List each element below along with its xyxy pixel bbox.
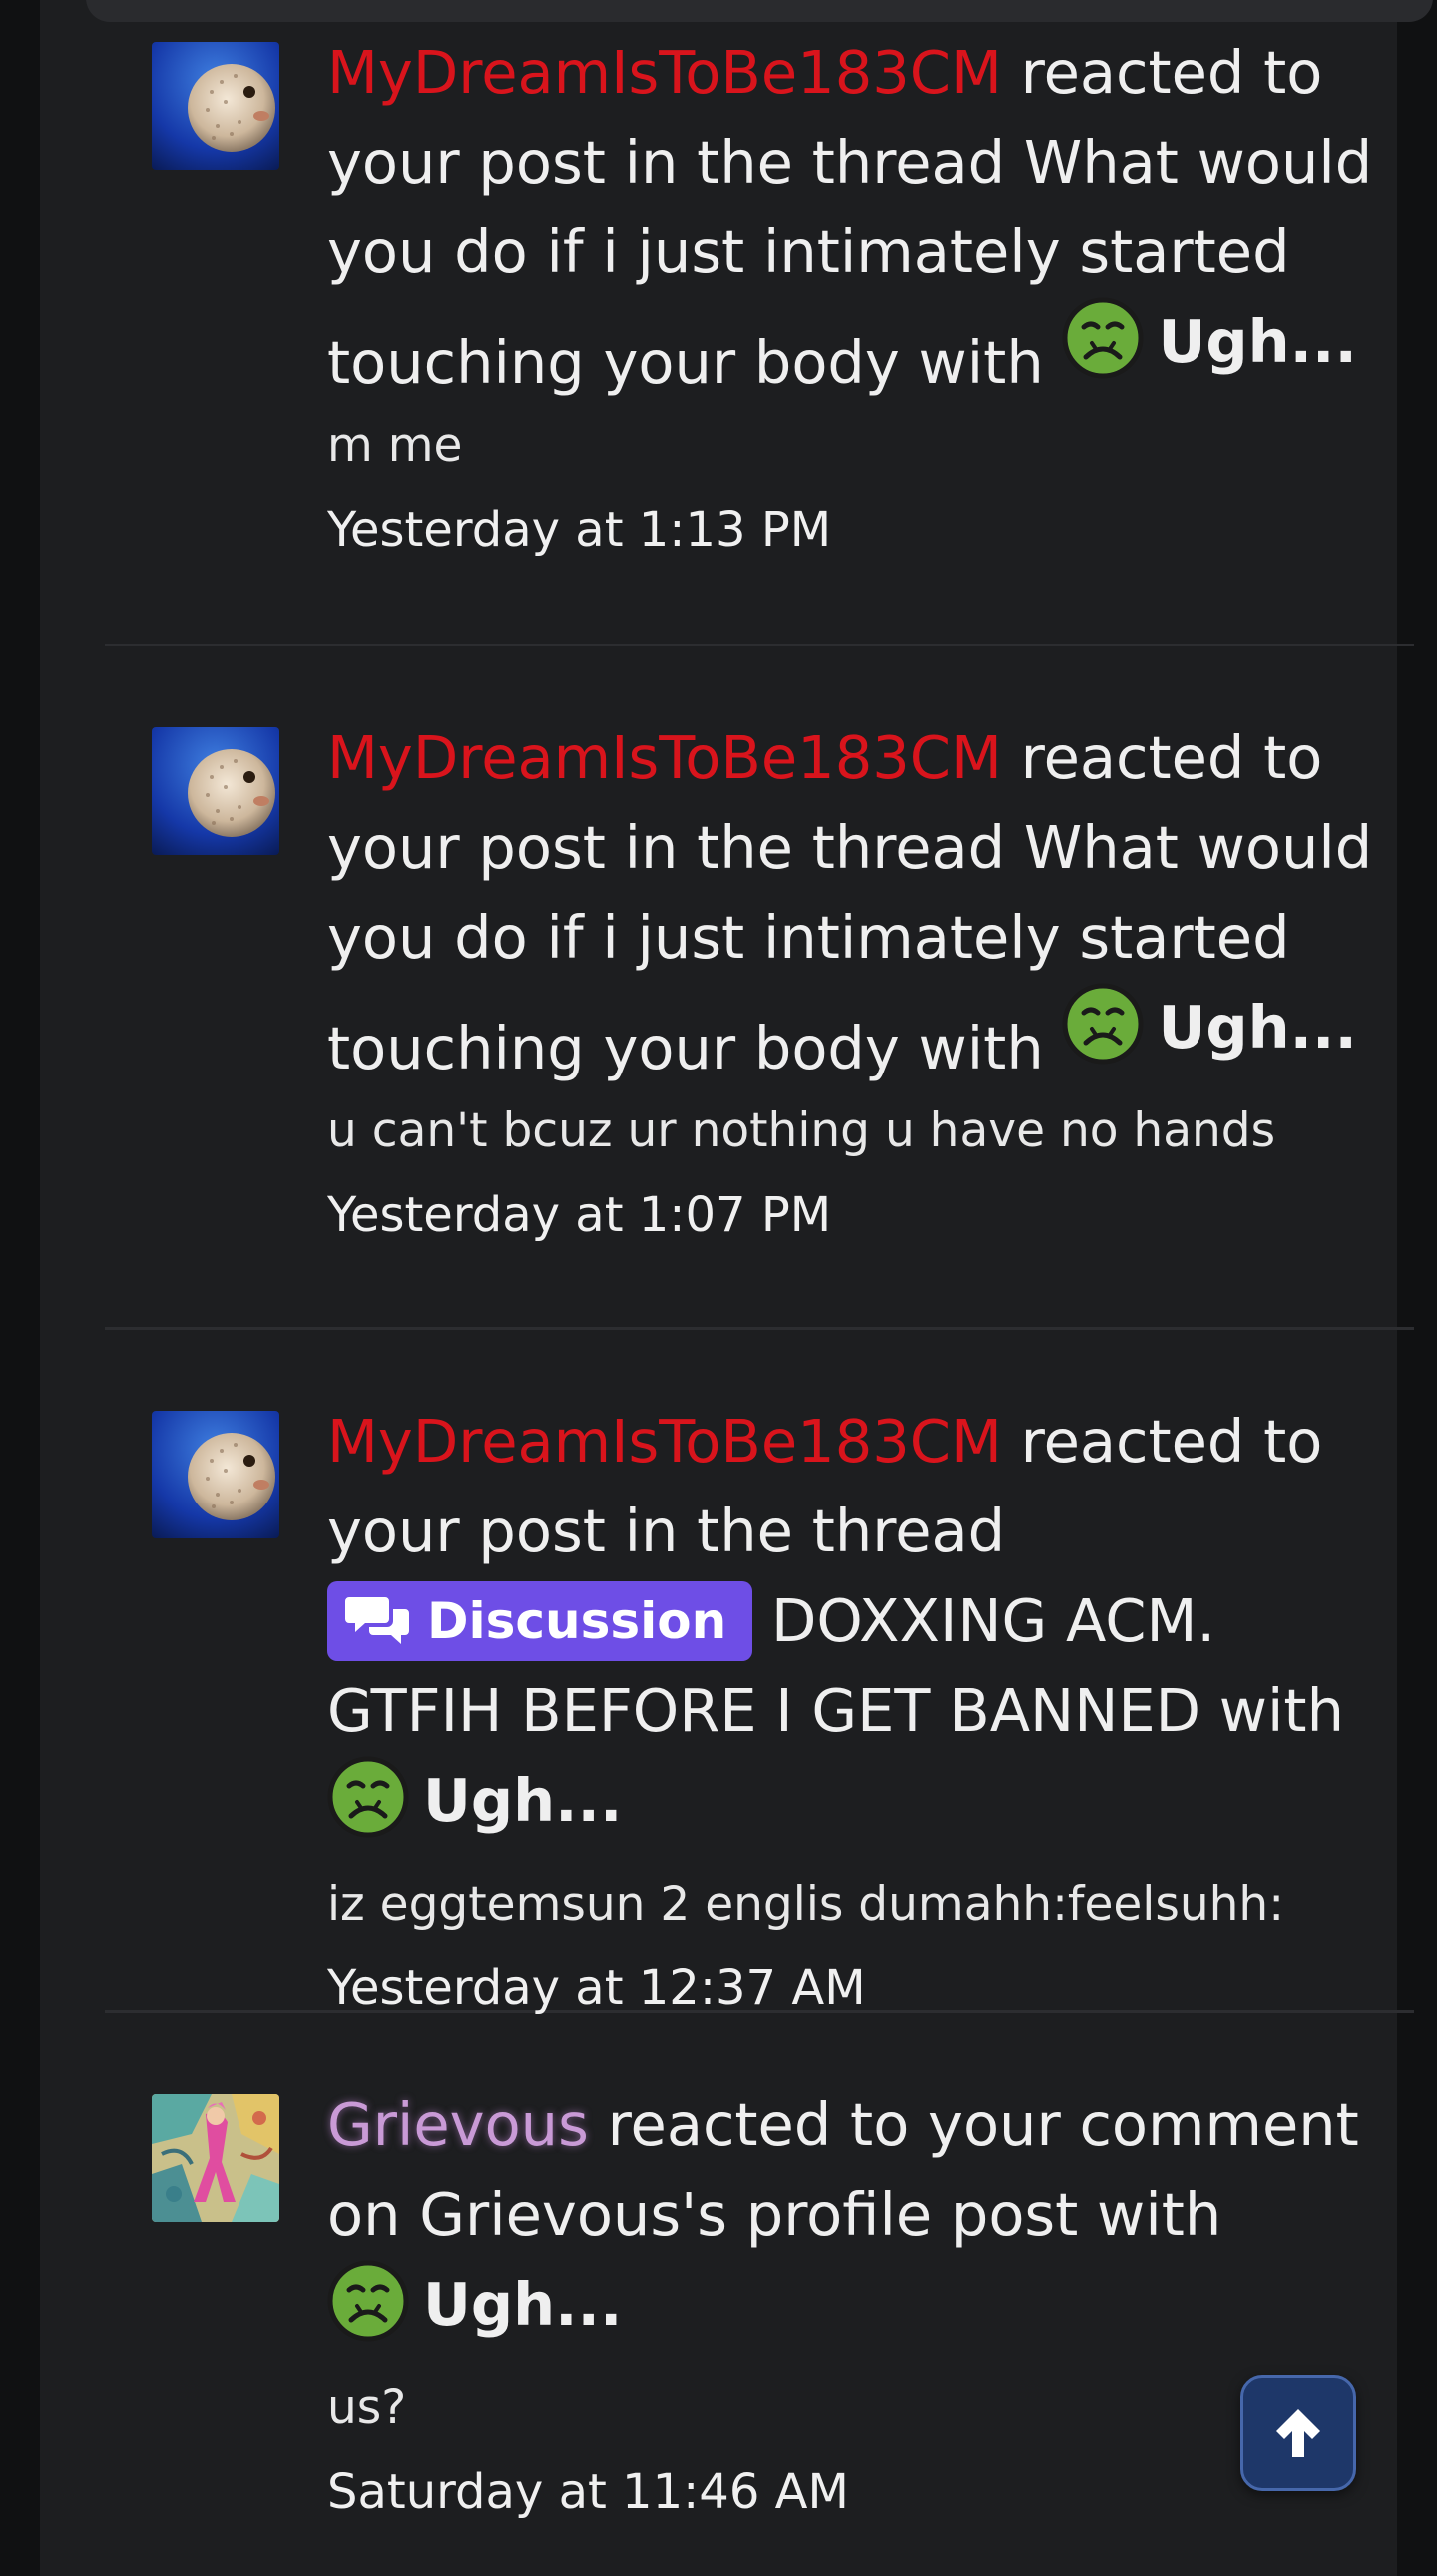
user-avatar[interactable] xyxy=(152,42,279,170)
reaction-name: Ugh... xyxy=(1158,307,1357,376)
notification-content: Grievous reacted to your comment on Grie… xyxy=(327,2080,1400,2522)
anime-art-avatar xyxy=(152,2094,279,2222)
user-avatar[interactable] xyxy=(152,1411,279,1538)
notification-text: MyDreamIsToBe183CM reacted to your post … xyxy=(327,713,1400,1093)
scroll-to-top-button[interactable] xyxy=(1240,2375,1356,2491)
notification-content: MyDreamIsToBe183CM reacted to your post … xyxy=(327,713,1400,1245)
page-gutter-left xyxy=(0,0,40,2576)
reaction-label: Ugh... xyxy=(1062,297,1357,387)
post-snippet: iz eggtemsun 2 englis dumahh:feelsuhh: xyxy=(327,1877,1285,1932)
reaction-name: Ugh... xyxy=(423,1766,623,1835)
arrow-up-icon xyxy=(1276,2409,1320,2457)
reaction-label: Ugh... xyxy=(327,1756,622,1846)
pufferfish-avatar xyxy=(152,1411,279,1538)
notification-item[interactable]: Grievous reacted to your comment on Grie… xyxy=(105,2010,1414,2576)
nauseated-face-icon xyxy=(327,1756,409,1838)
notification-time[interactable]: Yesterday at 12:37 AM xyxy=(327,1958,1400,2018)
notification-text: Grievous reacted to your comment on Grie… xyxy=(327,2080,1400,2370)
username-link[interactable]: Grievous xyxy=(327,2090,589,2159)
notification-time[interactable]: Yesterday at 1:07 PM xyxy=(327,1185,1400,1245)
reaction-name: Ugh... xyxy=(423,2270,623,2339)
post-snippet: u can't bcuz ur nothing u have no hands xyxy=(327,1103,1276,1158)
notification-content: MyDreamIsToBe183CM reacted to your post … xyxy=(327,1397,1400,2018)
pufferfish-avatar xyxy=(152,42,279,170)
pufferfish-avatar xyxy=(152,727,279,855)
user-avatar[interactable] xyxy=(152,2094,279,2222)
notification-time[interactable]: Yesterday at 1:13 PM xyxy=(327,500,1400,560)
post-snippet: us? xyxy=(327,2380,407,2435)
notification-list: MyDreamIsToBe183CM reacted to your post … xyxy=(40,0,1433,2576)
comments-icon xyxy=(345,1596,409,1644)
notification-text: MyDreamIsToBe183CM reacted to your post … xyxy=(327,1397,1400,1867)
notification-item[interactable]: MyDreamIsToBe183CM reacted to your post … xyxy=(105,0,1414,646)
thread-prefix-badge[interactable]: Discussion xyxy=(327,1580,753,1661)
nauseated-face-icon xyxy=(1062,983,1144,1065)
reaction-label: Ugh... xyxy=(327,2260,622,2350)
notification-text: MyDreamIsToBe183CM reacted to your post … xyxy=(327,28,1400,408)
username-link[interactable]: MyDreamIsToBe183CM xyxy=(327,38,1002,107)
reaction-label: Ugh... xyxy=(1062,983,1357,1073)
reaction-name: Ugh... xyxy=(1158,993,1357,1062)
notification-content: MyDreamIsToBe183CM reacted to your post … xyxy=(327,28,1400,560)
nauseated-face-icon xyxy=(1062,297,1144,379)
badge-label: Discussion xyxy=(427,1591,727,1650)
nauseated-face-icon xyxy=(327,2260,409,2342)
notification-item[interactable]: MyDreamIsToBe183CM reacted to your post … xyxy=(105,1327,1414,2016)
notification-time[interactable]: Saturday at 11:46 AM xyxy=(327,2462,1400,2522)
notification-item[interactable]: MyDreamIsToBe183CM reacted to your post … xyxy=(105,644,1414,1330)
user-avatar[interactable] xyxy=(152,727,279,855)
username-link[interactable]: MyDreamIsToBe183CM xyxy=(327,723,1002,792)
username-link[interactable]: MyDreamIsToBe183CM xyxy=(327,1407,1002,1476)
post-snippet: m me xyxy=(327,418,463,473)
